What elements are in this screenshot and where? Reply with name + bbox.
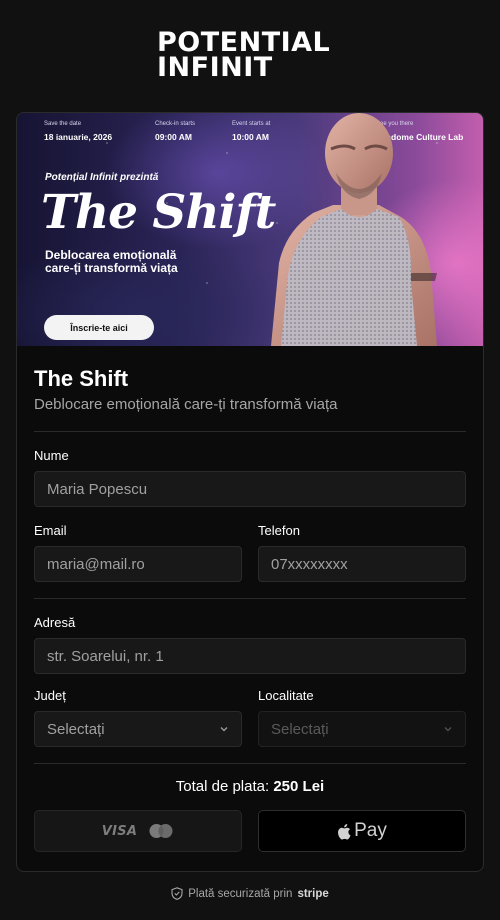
address-input[interactable]: str. Soarelui, nr. 1	[34, 638, 466, 674]
chevron-down-icon	[444, 727, 452, 732]
stripe-label: stripe	[297, 887, 329, 900]
email-field: Email maria@mail.ro	[34, 523, 242, 582]
address-label: Adresă	[34, 615, 76, 630]
phone-input[interactable]: 07xxxxxxxx	[258, 546, 466, 582]
phone-label: Telefon	[258, 523, 300, 538]
signup-button[interactable]: Înscrie-te aici	[44, 315, 154, 340]
locality-select[interactable]: Selectați	[258, 711, 466, 747]
apple-pay-label: Pay	[354, 820, 387, 841]
county-select[interactable]: Selectați	[34, 711, 242, 747]
secure-payment-note: Plată securizată prin stripe	[0, 887, 500, 900]
address-field: Adresă str. Soarelui, nr. 1	[34, 615, 466, 674]
county-label: Județ	[34, 688, 66, 703]
event-subtitle: Deblocare emoțională care-ți transformă …	[34, 396, 338, 413]
checkout-form: The Shift Deblocare emoțională care-ți t…	[17, 346, 483, 852]
secure-payment-text: Plată securizată prin	[188, 887, 293, 900]
banner-title: The Shift	[41, 185, 276, 240]
checkout-card: Save the date 18 ianuarie, 2026 Check-in…	[16, 112, 484, 872]
brand-logo: POTENTIAL INFINIT	[157, 29, 347, 83]
locality-label: Localitate	[258, 688, 314, 703]
total-label: Total de plata:	[175, 778, 270, 795]
total-row: Total de plata: 250 Lei	[34, 778, 466, 795]
divider	[34, 598, 466, 599]
banner-info-value: 09:00 AM	[155, 132, 193, 142]
name-input[interactable]: Maria Popescu	[34, 471, 466, 507]
visa-logo: VISA	[101, 823, 138, 839]
divider	[34, 763, 466, 764]
phone-field: Telefon 07xxxxxxxx	[258, 523, 466, 582]
email-label: Email	[34, 523, 67, 538]
chevron-down-icon	[220, 727, 228, 732]
mastercard-icon	[149, 824, 173, 838]
banner-presents: Potențial Infinit prezintă	[45, 172, 159, 183]
divider	[34, 431, 466, 432]
event-banner: Save the date 18 ianuarie, 2026 Check-in…	[17, 113, 483, 346]
event-title: The Shift	[34, 366, 129, 391]
banner-tagline: Deblocarea emoțională care-ți transformă…	[45, 248, 178, 275]
card-payment-button[interactable]: VISA	[34, 810, 242, 852]
total-amount: 250 Lei	[273, 778, 325, 795]
name-field: Nume Maria Popescu	[34, 448, 466, 507]
shield-check-icon	[171, 887, 183, 900]
apple-pay-button[interactable]: Pay	[258, 810, 466, 852]
presenter-photo	[271, 113, 437, 346]
county-field: Județ Selectați	[34, 688, 242, 747]
banner-info-value: 18 ianuarie, 2026	[44, 132, 113, 142]
apple-icon	[338, 823, 351, 840]
banner-info-date: Save the date 18 ianuarie, 2026	[44, 121, 112, 142]
banner-info-label: Save the date	[44, 121, 82, 127]
email-input[interactable]: maria@mail.ro	[34, 546, 242, 582]
banner-info-checkin: Check-in starts 09:00 AM	[155, 121, 195, 142]
locality-select-value: Selectați	[271, 720, 329, 738]
county-select-value: Selectați	[47, 720, 105, 738]
banner-info-label: Check-in starts	[155, 121, 196, 127]
locality-field: Localitate Selectați	[258, 688, 466, 747]
brand-logo-line2: INFINIT	[157, 52, 273, 83]
name-label: Nume	[34, 448, 69, 463]
